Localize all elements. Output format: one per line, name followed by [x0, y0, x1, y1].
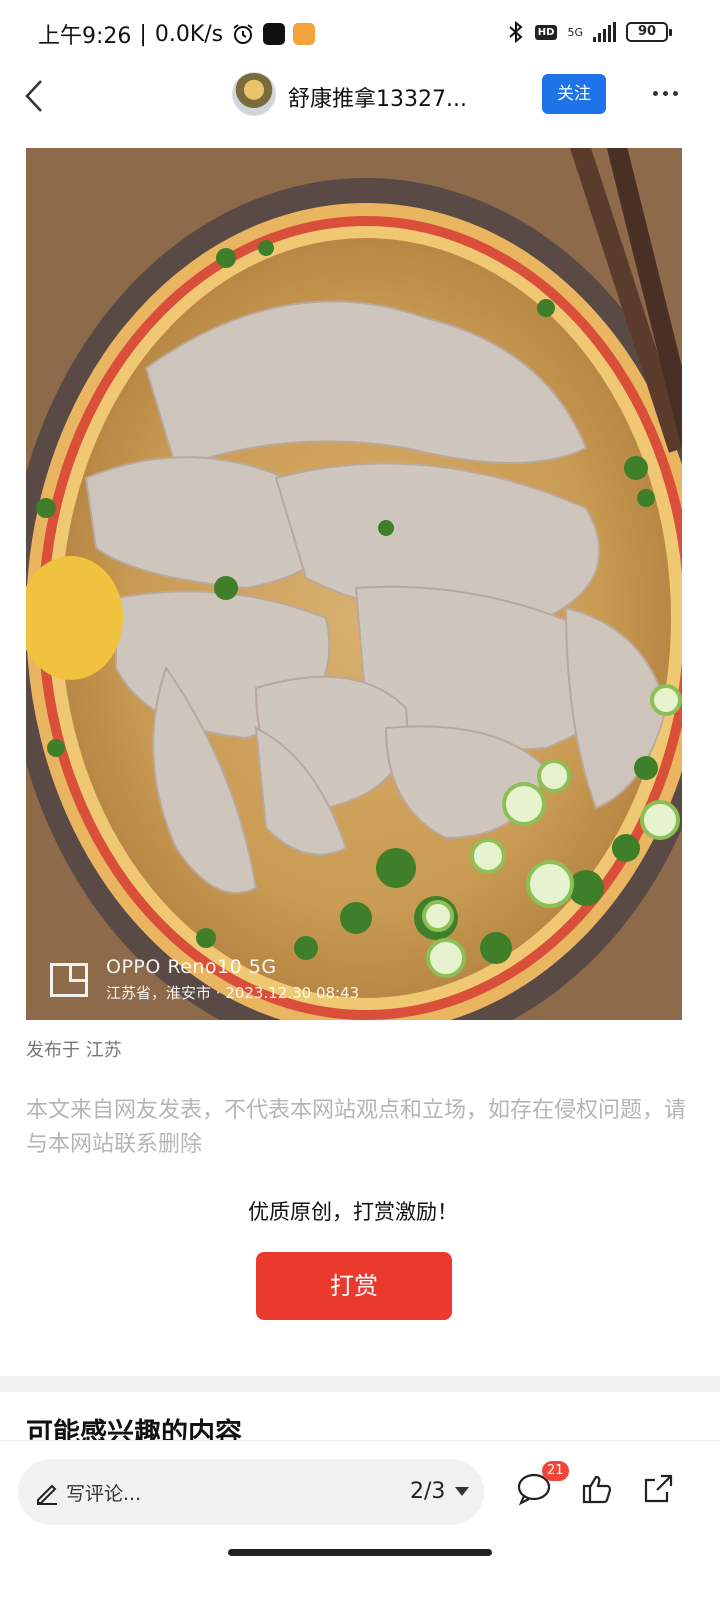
publish-location: 发布于 江苏 [26, 1040, 122, 1061]
home-indicator[interactable] [228, 1549, 492, 1556]
app-notification-icon [293, 23, 316, 45]
comment-placeholder: 写评论... [66, 1483, 142, 1505]
network-type: 5G [567, 25, 583, 39]
tiktok-icon [263, 23, 286, 45]
watermark-device: OPPO Reno10 5G [106, 956, 277, 978]
status-time: 上午9:26 [38, 24, 132, 49]
oppo-watermark-logo-icon [50, 962, 88, 997]
more-options-button[interactable] [642, 78, 688, 108]
watermark-location-time: 江苏省，淮安市 · 2023.12.30 08:43 [106, 984, 360, 1002]
comment-input[interactable]: 写评论... 2/3 [18, 1459, 484, 1525]
more-dot-icon [662, 90, 668, 96]
pen-icon [37, 1484, 57, 1505]
alarm-icon [233, 24, 253, 44]
more-dot-icon [672, 90, 678, 96]
page-indicator-text: 2/3 [410, 1479, 446, 1504]
post-header: 舒康推拿13327... 关注 [0, 64, 720, 130]
section-divider [0, 1376, 720, 1392]
reward-button[interactable]: 打赏 [256, 1252, 452, 1320]
share-icon [644, 1474, 673, 1503]
bluetooth-icon [509, 20, 523, 44]
post-photo[interactable]: OPPO Reno10 5G 江苏省，淮安市 · 2023.12.30 08:4… [26, 148, 682, 1020]
signal-icon [593, 22, 616, 42]
share-button[interactable] [638, 1469, 678, 1509]
net-speed: 0.0K/s [154, 21, 224, 47]
thumbs-up-icon [582, 1475, 612, 1504]
more-dot-icon [652, 90, 658, 96]
status-right: HD 5G 90 [507, 20, 672, 44]
disclaimer-text: 本文来自网友发表，不代表本网站观点和立场，如存在侵权问题，请与本网站联系删除 [26, 1098, 687, 1157]
reward-prompt: 优质原创，打赏激励！ [248, 1200, 458, 1224]
battery-level: 90 [637, 24, 657, 39]
comment-count-badge: 21 [542, 1461, 569, 1481]
status-left: 上午9:26 | 0.0K/s [38, 18, 316, 50]
caret-down-icon [455, 1487, 470, 1496]
back-button[interactable] [14, 74, 54, 118]
follow-button[interactable]: 关注 [542, 74, 606, 114]
status-bar: 上午9:26 | 0.0K/s HD 5G 90 [0, 0, 720, 64]
hd-badge: HD [534, 24, 558, 40]
status-separator: | [139, 21, 147, 47]
bottom-action-bar: 写评论... 2/3 21 [0, 1440, 720, 1600]
like-button[interactable] [578, 1469, 618, 1509]
battery-icon: 90 [626, 22, 672, 42]
author-name[interactable]: 舒康推拿13327... [288, 81, 467, 113]
beef-noodle-soup-image [26, 148, 682, 1020]
page-indicator[interactable]: 2/3 [410, 1479, 470, 1504]
photo-watermark: OPPO Reno10 5G 江苏省，淮安市 · 2023.12.30 08:4… [50, 956, 359, 1003]
avatar[interactable] [232, 72, 276, 116]
recommend-section-title: 可能感兴趣的内容 [26, 1418, 242, 1440]
chevron-left-icon [25, 80, 42, 112]
